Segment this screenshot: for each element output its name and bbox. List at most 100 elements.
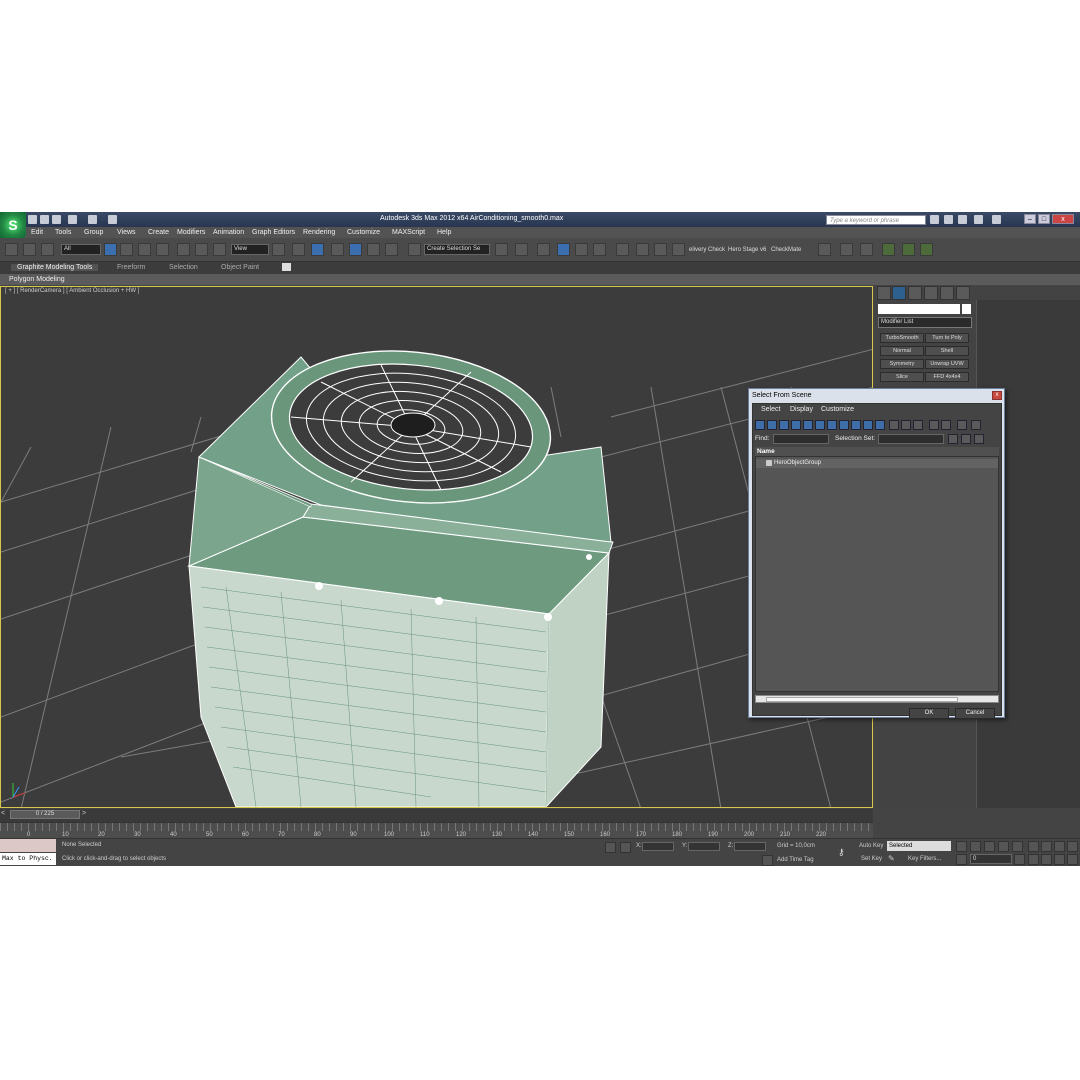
utilities-tab-icon[interactable] — [956, 286, 970, 300]
angle-snap-icon[interactable] — [349, 243, 362, 256]
select-manipulate-icon[interactable] — [292, 243, 305, 256]
time-slider[interactable]: 0 / 225 — [10, 810, 80, 819]
scrollbar-thumb[interactable] — [766, 697, 958, 702]
edit-named-selection-icon[interactable] — [408, 243, 421, 256]
search-input[interactable]: Type a keyword or phrase — [826, 215, 926, 225]
tools-icon[interactable] — [944, 215, 953, 224]
maxscript-listener-output[interactable] — [0, 839, 56, 852]
minimize-button[interactable]: – — [1024, 214, 1036, 224]
modifier-symmetry-button[interactable]: Symmetry — [880, 359, 924, 369]
render-icon[interactable] — [672, 243, 685, 256]
script-icon-d[interactable] — [882, 243, 895, 256]
selection-set-edit-icon[interactable] — [974, 434, 984, 444]
script-button-checkmate[interactable]: CheckMate — [771, 247, 801, 253]
bind-space-warp-icon[interactable] — [41, 243, 54, 256]
select-none-icon[interactable] — [901, 420, 911, 430]
menu-group[interactable]: Group — [84, 229, 103, 236]
save-file-icon[interactable] — [52, 215, 61, 224]
maximize-button[interactable]: □ — [1038, 214, 1050, 224]
track-bar[interactable]: 0 10 20 30 40 50 60 70 80 90 100 110 120… — [0, 822, 873, 838]
dialog-menu-customize[interactable]: Customize — [821, 406, 854, 413]
prev-frame-icon[interactable]: < — [1, 810, 5, 817]
dialog-menu-select[interactable]: Select — [761, 406, 780, 413]
filter-shapes-icon[interactable] — [767, 420, 777, 430]
filter-frozen-icon[interactable] — [875, 420, 885, 430]
filter-options-icon[interactable] — [971, 420, 981, 430]
menu-edit[interactable]: Edit — [31, 229, 43, 236]
render-setup-icon[interactable] — [636, 243, 649, 256]
menu-views[interactable]: Views — [117, 229, 136, 236]
graphite-toggle-icon[interactable] — [557, 243, 570, 256]
rendered-frame-icon[interactable] — [654, 243, 667, 256]
menu-create[interactable]: Create — [148, 229, 169, 236]
snaps-toggle-icon[interactable] — [331, 243, 344, 256]
menu-tools[interactable]: Tools — [55, 229, 71, 236]
layer-manager-icon[interactable] — [537, 243, 550, 256]
key-filters-button[interactable]: Key Filters... — [908, 856, 941, 862]
polygon-modeling-label[interactable]: Polygon Modeling — [9, 276, 65, 283]
menu-animation[interactable]: Animation — [213, 229, 244, 236]
script-icon-b[interactable] — [840, 243, 853, 256]
object-name-field[interactable] — [878, 304, 960, 314]
column-header-name[interactable]: Name — [755, 447, 999, 456]
modifier-slice-button[interactable]: Slice — [880, 372, 924, 382]
walk-icon[interactable] — [1054, 854, 1065, 865]
filter-helpers-icon[interactable] — [803, 420, 813, 430]
create-tab-icon[interactable] — [877, 286, 891, 300]
auto-key-dropdown[interactable]: Selected — [887, 841, 951, 851]
script-button-hero-stage[interactable]: Hero Stage v6 — [728, 247, 766, 253]
x-coordinate-field[interactable] — [642, 842, 674, 851]
menu-modifiers[interactable]: Modifiers — [177, 229, 205, 236]
go-to-start-icon[interactable] — [956, 841, 967, 852]
maximize-viewport-icon[interactable] — [1067, 854, 1078, 865]
tab-selection[interactable]: Selection — [169, 264, 198, 271]
add-time-tag[interactable]: Add Time Tag — [777, 857, 814, 863]
project-folder-icon[interactable] — [108, 215, 117, 224]
display-tab-icon[interactable] — [940, 286, 954, 300]
window-crossing-icon[interactable] — [156, 243, 169, 256]
select-invert-icon[interactable] — [913, 420, 923, 430]
filter-funnel-icon[interactable] — [957, 420, 967, 430]
next-frame-button-icon[interactable] — [998, 841, 1009, 852]
find-input[interactable] — [773, 434, 829, 444]
script-icon-e[interactable] — [902, 243, 915, 256]
keyboard-shortcut-override-icon[interactable] — [311, 243, 324, 256]
material-editor-icon[interactable] — [616, 243, 629, 256]
unlink-icon[interactable] — [23, 243, 36, 256]
script-icon-a[interactable] — [818, 243, 831, 256]
script-icon-c[interactable] — [860, 243, 873, 256]
move-icon[interactable] — [177, 243, 190, 256]
tab-object-paint[interactable]: Object Paint — [221, 264, 259, 271]
filter-cameras-icon[interactable] — [791, 420, 801, 430]
spinner-snap-icon[interactable] — [385, 243, 398, 256]
select-by-name-icon[interactable] — [120, 243, 133, 256]
menu-help[interactable]: Help — [437, 229, 451, 236]
menu-rendering[interactable]: Rendering — [303, 229, 335, 236]
rotate-icon[interactable] — [195, 243, 208, 256]
selection-set-remove-icon[interactable] — [961, 434, 971, 444]
modifier-turn-to-poly-button[interactable]: Turn to Poly — [925, 333, 969, 343]
scale-icon[interactable] — [213, 243, 226, 256]
selection-set-add-icon[interactable] — [948, 434, 958, 444]
menu-maxscript[interactable]: MAXScript — [392, 229, 425, 236]
fov-icon[interactable] — [1028, 854, 1039, 865]
dialog-menu-display[interactable]: Display — [790, 406, 813, 413]
orbit-icon[interactable] — [1054, 841, 1065, 852]
select-object-icon[interactable] — [104, 243, 117, 256]
new-file-icon[interactable] — [28, 215, 37, 224]
object-list[interactable]: HeroObjectGroup — [755, 456, 999, 692]
tab-graphite-modeling-tools[interactable]: Graphite Modeling Tools — [11, 264, 99, 271]
link-icon[interactable] — [5, 243, 18, 256]
tab-freeform[interactable]: Freeform — [117, 264, 145, 271]
app-logo-icon[interactable]: S — [0, 212, 26, 238]
rect-selection-icon[interactable] — [138, 243, 151, 256]
script-icon-f[interactable] — [920, 243, 933, 256]
open-file-icon[interactable] — [40, 215, 49, 224]
lock-selection-icon[interactable] — [605, 842, 616, 853]
mirror-icon[interactable] — [495, 243, 508, 256]
modify-tab-icon[interactable] — [892, 286, 906, 300]
motion-tab-icon[interactable] — [924, 286, 938, 300]
set-key-icon[interactable]: ✎ — [888, 854, 898, 864]
selection-filter-dropdown[interactable]: All — [61, 244, 101, 255]
viewport[interactable]: [ + ] [ RenderCamera ] [ Ambient Occlusi… — [0, 286, 873, 808]
